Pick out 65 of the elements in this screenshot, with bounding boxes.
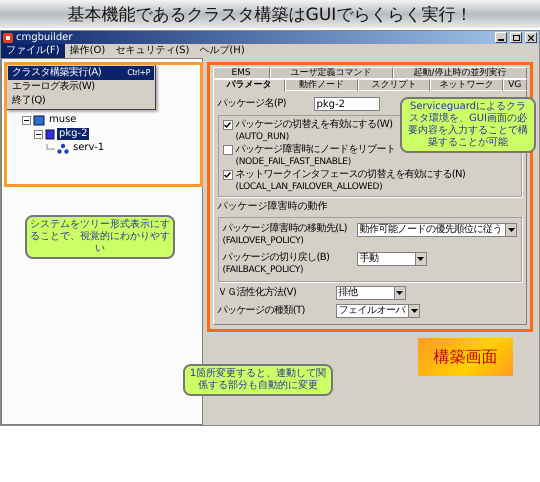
app-icon bbox=[3, 32, 13, 42]
check-icon bbox=[224, 122, 231, 128]
collapse-icon[interactable] bbox=[22, 116, 31, 124]
tab[interactable]: 動作ノード bbox=[285, 79, 358, 91]
tab[interactable]: スクリプト bbox=[358, 79, 430, 91]
caret-icon bbox=[417, 257, 424, 261]
menu-entry[interactable]: エラーログ表示(W) bbox=[8, 80, 154, 94]
badge: 構築画面 bbox=[418, 338, 513, 376]
field-label: パッケージの種類(T) bbox=[218, 305, 306, 317]
menu-item[interactable]: ヘルプ(H) bbox=[194, 44, 250, 58]
checkbox-label: パッケージの切替えを有効にする(W) bbox=[236, 119, 392, 131]
banner-title: 基本機能であるクラスタ構築はGUIでらくらく実行！ bbox=[68, 4, 472, 26]
tab[interactable]: 起動/停止時の並列実行 bbox=[392, 67, 528, 79]
tree-item[interactable]: pkg-2 bbox=[57, 128, 90, 140]
server-icon bbox=[33, 114, 45, 126]
package-name-field[interactable]: pkg-2 bbox=[314, 97, 380, 111]
window-title: cmgbuilder bbox=[16, 32, 74, 44]
menu-item[interactable]: セキュリティ(S) bbox=[110, 44, 194, 58]
callout: Serviceguardによるクラスタ環境を、GUI画面の必要内容を入力することで構築することが可能 bbox=[400, 97, 536, 153]
parameter-name: (FAILOVER_POLICY) bbox=[222, 235, 304, 247]
checkbox[interactable] bbox=[222, 170, 232, 180]
parameter-name: (LOCAL_LAN_FAILOVER_ALLOWED) bbox=[236, 181, 382, 193]
field-label: パッケージ障害時の移動先(L) bbox=[222, 223, 347, 235]
checkbox[interactable] bbox=[222, 120, 232, 130]
check-icon bbox=[224, 172, 231, 178]
tab[interactable]: VG bbox=[502, 79, 527, 91]
tab[interactable]: パラメータ bbox=[212, 79, 286, 91]
menu-item[interactable]: 操作(O) bbox=[64, 44, 110, 58]
tree-branch-icon bbox=[46, 144, 55, 152]
checkbox-label: パッケージ障害時にノードをリブート bbox=[236, 144, 396, 156]
callout: システムをツリー形式表示にすることで、視覚的にわかりやすい bbox=[25, 215, 175, 259]
dropdown[interactable]: 排他 bbox=[336, 286, 406, 300]
maximize-button[interactable] bbox=[510, 32, 522, 43]
package-icon bbox=[45, 128, 55, 140]
tab[interactable]: EMS bbox=[212, 67, 270, 79]
collapse-icon[interactable] bbox=[34, 130, 43, 138]
caret-icon bbox=[508, 228, 514, 232]
caret-icon bbox=[410, 309, 418, 313]
parameter-name: (AUTO_RUN) bbox=[236, 131, 289, 143]
callout: 1箇所変更すると、連動して関係する部分も自動的に変更 bbox=[183, 364, 333, 396]
shortcut-label: Ctrl+P bbox=[127, 67, 150, 79]
field-label: ＶＧ活性化方法(V) bbox=[218, 287, 298, 299]
parameter-name: (FAILBACK_POLICY) bbox=[222, 264, 304, 276]
tree-item[interactable]: serv-1 bbox=[71, 142, 106, 154]
close-button[interactable] bbox=[525, 32, 537, 43]
checkbox-label: ネットワークインタフェースの切替えを有効にする(N) bbox=[236, 169, 466, 181]
group-title: パッケージ障害時の動作 bbox=[218, 201, 328, 213]
minimize-button[interactable] bbox=[495, 32, 507, 43]
dropdown[interactable]: 手動 bbox=[356, 252, 426, 266]
tab[interactable]: ネットワーク bbox=[430, 79, 503, 91]
menu-entry[interactable]: クラスタ構築実行(A) Ctrl+P bbox=[8, 66, 154, 80]
dropdown[interactable]: 動作可能ノードの優先順位に従う bbox=[356, 223, 517, 237]
parameter-name: (NODE_FAIL_FAST_ENABLE) bbox=[236, 156, 351, 168]
field-label: パッケージ名(P) bbox=[218, 98, 287, 110]
network-icon bbox=[57, 142, 69, 154]
dropdown[interactable]: フェイルオーバ bbox=[336, 304, 420, 318]
checkbox[interactable] bbox=[222, 145, 232, 155]
tree-item[interactable]: muse bbox=[47, 114, 78, 126]
menu-entry[interactable]: 終了(Q) bbox=[8, 94, 154, 108]
maximize-icon bbox=[512, 34, 520, 40]
tab[interactable]: ユーザ定義コマンド bbox=[270, 67, 393, 79]
menu-item[interactable]: ファイル(F) bbox=[1, 44, 65, 58]
field-label: パッケージの切り戻し(B) bbox=[222, 252, 330, 264]
close-icon bbox=[528, 34, 534, 40]
caret-icon bbox=[396, 291, 403, 295]
